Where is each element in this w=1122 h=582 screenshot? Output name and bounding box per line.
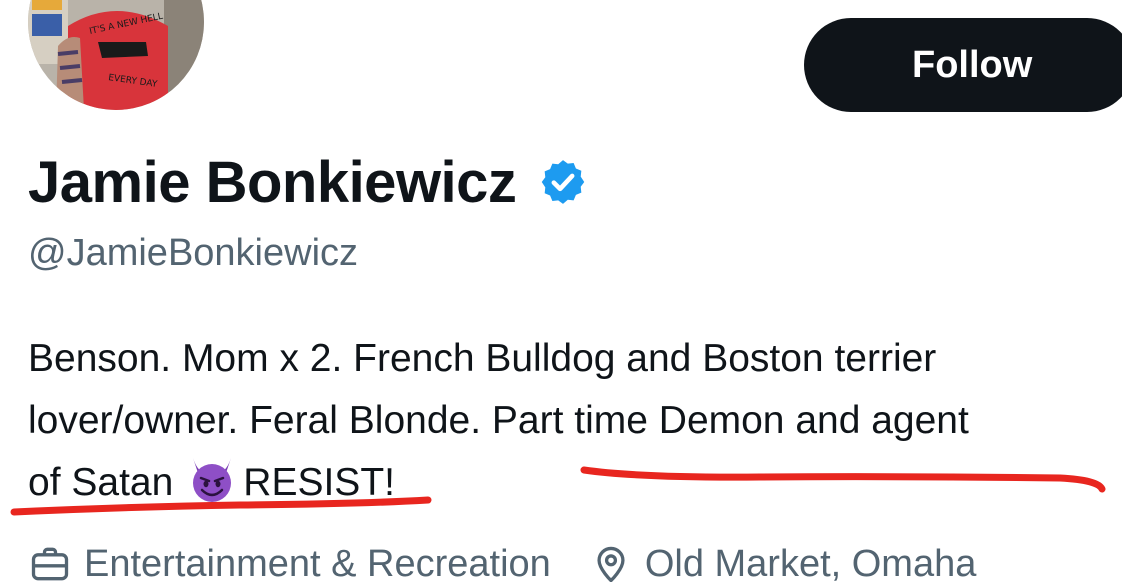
bio-line-1: Benson. Mom x 2. French Bulldog and Bost… <box>28 337 937 380</box>
handle: @JamieBonkiewicz <box>28 232 359 274</box>
profile-meta: Entertainment & Recreation Old Market, O… <box>28 538 976 582</box>
bio-line-2: lover/owner. Feral Blonde. Part time Dem… <box>28 399 969 442</box>
category-label: Entertainment & Recreation <box>84 542 551 582</box>
smiling-face-with-horns-icon <box>187 454 237 504</box>
location-label: Old Market, Omaha <box>644 542 977 582</box>
bio-line-3-resist: RESIST! <box>243 461 395 504</box>
briefcase-icon <box>28 542 72 582</box>
category-item: Entertainment & Recreation <box>28 542 551 582</box>
bio-line-3: of Satan RESIST! <box>28 452 1118 514</box>
avatar[interactable]: IT'S A NEW HELL EVERY DAY <box>24 0 208 114</box>
name-row: Jamie Bonkiewicz <box>28 142 588 222</box>
verified-badge-icon[interactable] <box>538 157 588 207</box>
bio-line-3-text: of Satan <box>28 461 174 504</box>
avatar-image: IT'S A NEW HELL EVERY DAY <box>28 0 204 110</box>
display-name: Jamie Bonkiewicz <box>28 149 517 215</box>
bio: Benson. Mom x 2. French Bulldog and Bost… <box>28 328 1118 514</box>
location-pin-icon <box>589 542 633 582</box>
follow-button[interactable]: Follow <box>804 18 1122 112</box>
location-item: Old Market, Omaha <box>589 542 977 582</box>
profile-header: IT'S A NEW HELL EVERY DAY Follow Jamie B… <box>0 0 1122 582</box>
